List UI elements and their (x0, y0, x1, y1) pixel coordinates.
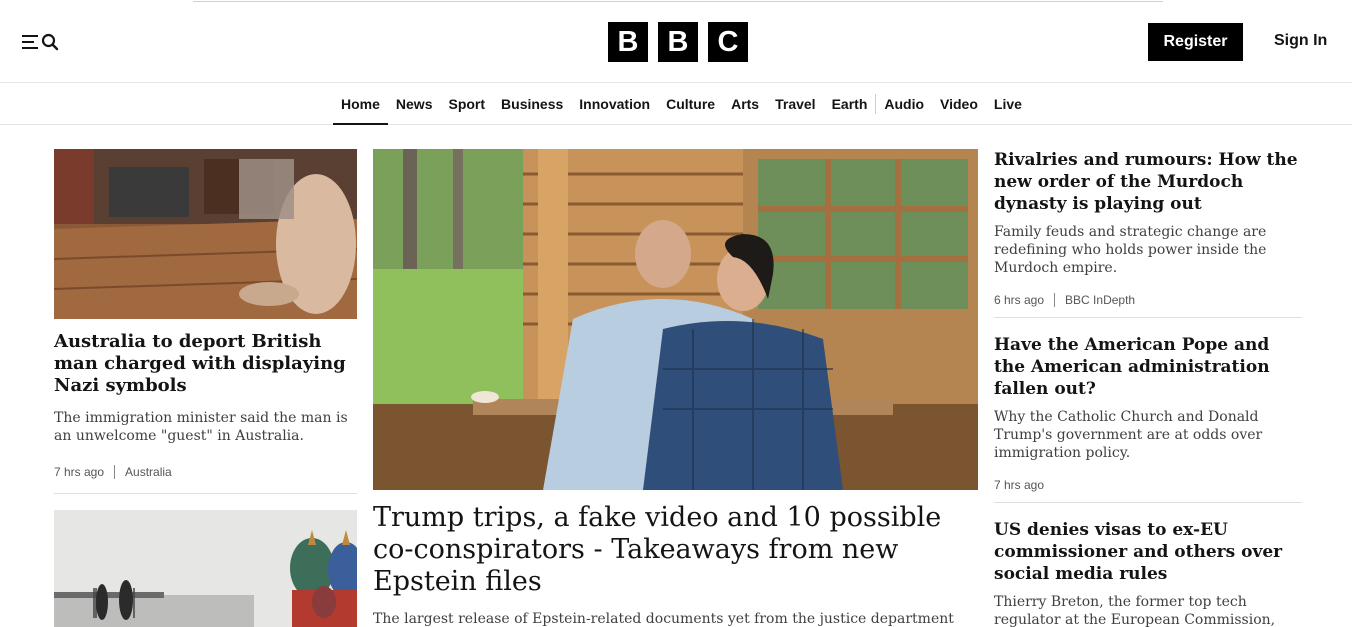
timestamp: 7 hrs ago (994, 478, 1045, 492)
nav-divider (875, 94, 884, 114)
main-nav: Home News Sport Business Innovation Cult… (0, 83, 1352, 125)
nav-item-arts[interactable]: Arts (723, 83, 767, 125)
story-desc-right-3: Thierry Breton, the former top tech regu… (994, 594, 1276, 627)
bbc-logo[interactable]: B B C (608, 22, 748, 62)
hero-headline[interactable]: Trump trips, a fake video and 10 possibl… (373, 502, 973, 598)
hero-desc: The largest release of Epstein-related d… (373, 611, 954, 627)
story-title-right-2[interactable]: Have the American Pope and the American … (994, 334, 1294, 400)
divider-rule (994, 317, 1302, 318)
timestamp: 7 hrs ago (54, 465, 105, 479)
divider-rule (54, 493, 357, 494)
story-meta-right-1: 6 hrs ago BBC InDepth (994, 293, 1135, 307)
story-desc-right-1: Family feuds and strategic change are re… (994, 224, 1267, 276)
nav-item-home[interactable]: Home (333, 83, 388, 125)
menu-icon (22, 35, 38, 49)
nav-item-video[interactable]: Video (932, 83, 986, 125)
story-title-left-1[interactable]: Australia to deport British man charged … (54, 331, 354, 397)
logo-letter: B (658, 22, 698, 62)
story-meta-right-2: 7 hrs ago (994, 478, 1044, 492)
story-image-left-1[interactable] (54, 149, 357, 319)
story-image-left-2[interactable] (54, 510, 357, 627)
photo-room-floor (54, 149, 357, 319)
nav-item-earth[interactable]: Earth (824, 83, 876, 125)
nav-item-culture[interactable]: Culture (658, 83, 723, 125)
logo-letter: C (708, 22, 748, 62)
divider-rule (994, 502, 1302, 503)
hero-image[interactable] (373, 149, 978, 490)
nav-item-sport[interactable]: Sport (440, 83, 493, 125)
story-title-right-1[interactable]: Rivalries and rumours: How the new order… (994, 149, 1299, 215)
nav-item-innovation[interactable]: Innovation (571, 83, 658, 125)
menu-search-button[interactable] (22, 30, 64, 54)
nav-item-audio[interactable]: Audio (884, 83, 932, 125)
logo-letter: B (608, 22, 648, 62)
story-desc-left-1: The immigration minister said the man is… (54, 410, 348, 444)
story-title-right-3[interactable]: US denies visas to ex-EU commissioner an… (994, 519, 1294, 585)
story-desc-right-2: Why the Catholic Church and Donald Trump… (994, 409, 1263, 461)
masthead: B B C Register Sign In (0, 0, 1352, 83)
meta-divider (1054, 293, 1056, 307)
photo-log-cabin (373, 149, 978, 490)
meta-divider (114, 465, 116, 479)
nav-item-live[interactable]: Live (986, 83, 1030, 125)
nav-item-news[interactable]: News (388, 83, 441, 125)
nav-item-business[interactable]: Business (493, 83, 571, 125)
search-icon (41, 33, 59, 51)
photo-kremlin (54, 510, 357, 627)
register-button[interactable]: Register (1148, 23, 1243, 61)
nav-item-travel[interactable]: Travel (767, 83, 823, 125)
story-meta-left-1: 7 hrs ago Australia (54, 465, 172, 479)
sign-in-link[interactable]: Sign In (1274, 32, 1327, 50)
story-tag-link[interactable]: BBC InDepth (1065, 293, 1135, 307)
timestamp: 6 hrs ago (994, 293, 1045, 307)
story-tag-link[interactable]: Australia (125, 465, 172, 479)
